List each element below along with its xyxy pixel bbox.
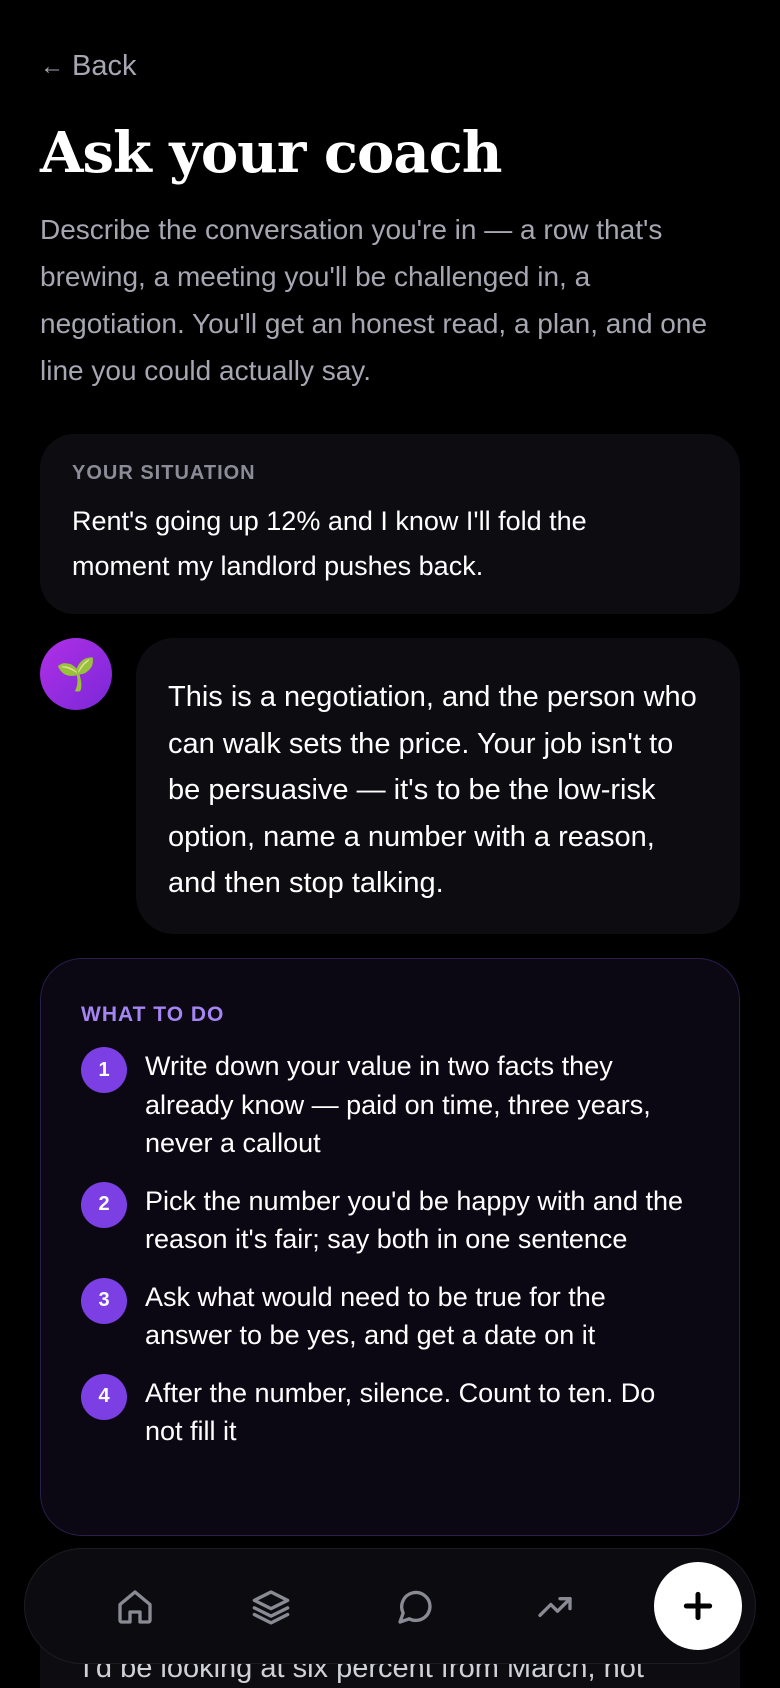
seedling-icon: 🌱 (56, 656, 96, 692)
intro-text: Describe the conversation you're in — a … (40, 214, 708, 386)
what-to-do-card: WHAT TO DO 1 Write down your value in tw… (40, 958, 740, 1536)
step-text: After the number, silence. Count to ten.… (145, 1377, 656, 1447)
step-text: Ask what would need to be true for the a… (145, 1281, 606, 1351)
back-arrow-icon: ← (40, 52, 64, 80)
step-item: 3 Ask what would need to be true for the… (81, 1277, 699, 1355)
step-number: 3 (81, 1277, 127, 1324)
situation-text: Rent's going up 12% and I know I'll fold… (72, 506, 587, 581)
step-item: 2 Pick the number you'd be happy with an… (81, 1181, 699, 1259)
chat-icon (398, 1590, 432, 1624)
step-number: 1 (81, 1047, 127, 1093)
back-label: Back (72, 50, 137, 82)
coach-reply-bubble: This is a negotiation, and the person wh… (136, 638, 740, 934)
new-session-button[interactable] (654, 1562, 742, 1650)
nav-progress[interactable] (529, 1581, 581, 1633)
step-item: 4 After the number, silence. Count to te… (81, 1373, 699, 1451)
situation-label: YOUR SITUATION (72, 462, 256, 484)
bottom-nav (24, 1548, 756, 1664)
step-text: Write down your value in two facts they … (145, 1051, 651, 1158)
plus-icon (683, 1591, 713, 1621)
coach-avatar: 🌱 (40, 638, 112, 710)
trending-icon (538, 1597, 572, 1617)
what-to-do-label: WHAT TO DO (81, 1003, 225, 1026)
steps-list: 1 Write down your value in two facts the… (81, 1047, 699, 1451)
back-button[interactable]: ← Back (40, 50, 136, 83)
step-number: 2 (81, 1181, 127, 1228)
step-number: 4 (81, 1373, 127, 1420)
layers-icon (252, 1590, 290, 1625)
home-icon (118, 1590, 152, 1624)
nav-chat[interactable] (389, 1581, 441, 1633)
nav-layers[interactable] (245, 1581, 297, 1633)
step-item: 1 Write down your value in two facts the… (81, 1047, 699, 1163)
step-text: Pick the number you'd be happy with and … (145, 1185, 683, 1255)
page-title: Ask your coach (40, 120, 502, 186)
nav-home[interactable] (109, 1581, 161, 1633)
situation-card: YOUR SITUATION Rent's going up 12% and I… (40, 434, 740, 614)
coach-screen: ← Back Ask your coach Describe the conve… (0, 0, 780, 1688)
